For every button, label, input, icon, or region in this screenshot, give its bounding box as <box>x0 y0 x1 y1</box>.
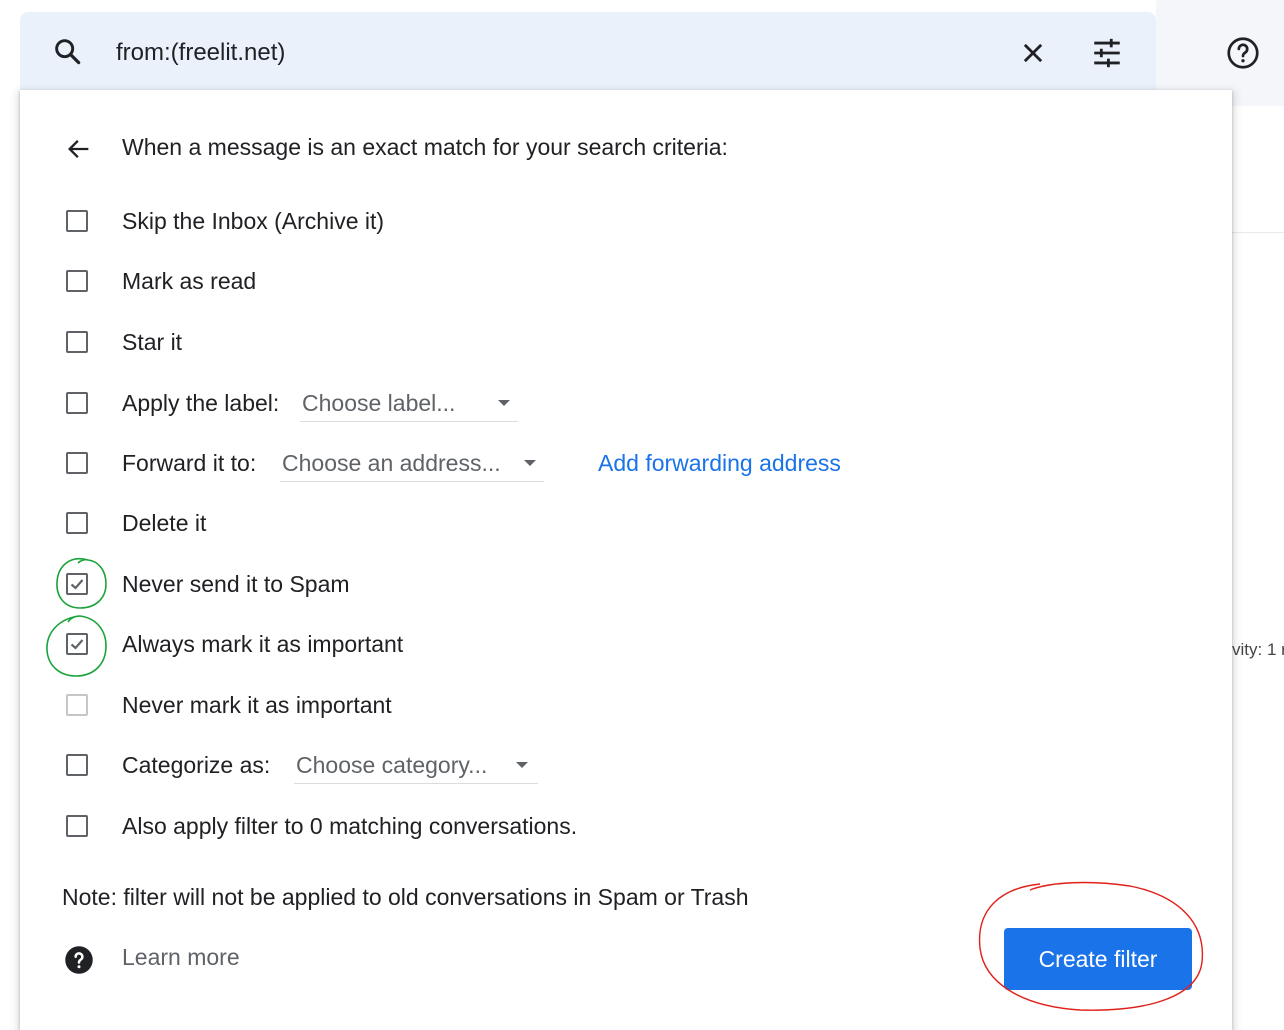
clear-search-button[interactable] <box>1014 34 1052 72</box>
option-label: Mark as read <box>122 268 257 294</box>
option-label: Delete it <box>122 510 207 536</box>
option-skip-inbox: Skip the Inbox (Archive it) <box>60 202 1210 242</box>
option-forward: Forward it to: Choose an address... Add … <box>60 444 1210 484</box>
option-label: Never send it to Spam <box>122 571 350 597</box>
checkbox-star-it[interactable] <box>66 331 88 353</box>
background-divider <box>1232 232 1284 233</box>
option-label: Star it <box>122 329 183 355</box>
option-mark-read: Mark as read <box>60 262 1210 302</box>
filter-note: Note: filter will not be applied to old … <box>62 884 749 910</box>
learn-more-link[interactable]: Learn more <box>122 944 240 971</box>
label-select-value: Choose label... <box>302 390 456 416</box>
search-options-button[interactable] <box>1086 32 1128 74</box>
chevron-down-icon <box>516 762 528 768</box>
checkbox-delete[interactable] <box>66 512 88 534</box>
checkbox-mark-read[interactable] <box>66 270 88 292</box>
filter-heading: When a message is an exact match for you… <box>122 134 728 160</box>
checkbox-never-spam[interactable] <box>66 573 88 595</box>
check-icon <box>70 579 84 590</box>
option-label: Apply the label: <box>122 390 280 416</box>
option-never-spam: Never send it to Spam <box>60 565 1210 605</box>
option-never-important: Never mark it as important <box>60 686 1210 726</box>
option-label: Categorize as: <box>122 752 271 778</box>
close-icon <box>1023 43 1043 63</box>
search-icon[interactable] <box>52 36 84 68</box>
option-label: Always mark it as important <box>122 631 404 657</box>
forward-address-select[interactable]: Choose an address... <box>280 448 544 482</box>
option-apply-existing: Also apply filter to 0 matching conversa… <box>60 807 1210 847</box>
checkbox-skip-inbox[interactable] <box>66 210 88 232</box>
category-select-value: Choose category... <box>296 752 488 778</box>
option-delete: Delete it <box>60 504 1210 544</box>
label-select[interactable]: Choose label... <box>300 388 518 422</box>
tune-icon <box>1094 38 1120 68</box>
search-input[interactable] <box>116 36 976 70</box>
check-icon <box>70 639 84 650</box>
checkbox-apply-label[interactable] <box>66 392 88 414</box>
checkbox-apply-existing[interactable] <box>66 815 88 837</box>
option-star-it: Star it <box>60 323 1210 363</box>
checkbox-always-important[interactable] <box>66 633 88 655</box>
option-label: Skip the Inbox (Archive it) <box>122 208 385 234</box>
background-partial-text: vity: 1 r <box>1232 640 1284 659</box>
option-label: Never mark it as important <box>122 692 392 718</box>
option-categorize: Categorize as: Choose category... <box>60 746 1210 786</box>
option-apply-label: Apply the label: Choose label... <box>60 384 1210 424</box>
checkbox-forward[interactable] <box>66 452 88 474</box>
category-select[interactable]: Choose category... <box>294 750 538 784</box>
option-label: Also apply filter to 0 matching conversa… <box>122 813 578 839</box>
support-button[interactable] <box>1222 32 1264 74</box>
help-icon <box>1227 37 1259 69</box>
checkbox-never-important <box>66 694 88 716</box>
chevron-down-icon <box>498 400 510 406</box>
arrow-back-icon <box>68 140 89 158</box>
option-label: Forward it to: <box>122 450 257 476</box>
option-always-important: Always mark it as important <box>60 625 1210 665</box>
forward-select-value: Choose an address... <box>282 450 501 476</box>
chevron-down-icon <box>524 460 536 466</box>
checkbox-categorize[interactable] <box>66 754 88 776</box>
create-filter-button[interactable]: Create filter <box>1004 928 1192 990</box>
back-button[interactable] <box>64 134 94 164</box>
add-forwarding-address-link[interactable]: Add forwarding address <box>598 450 841 477</box>
help-filled-icon <box>65 946 93 974</box>
